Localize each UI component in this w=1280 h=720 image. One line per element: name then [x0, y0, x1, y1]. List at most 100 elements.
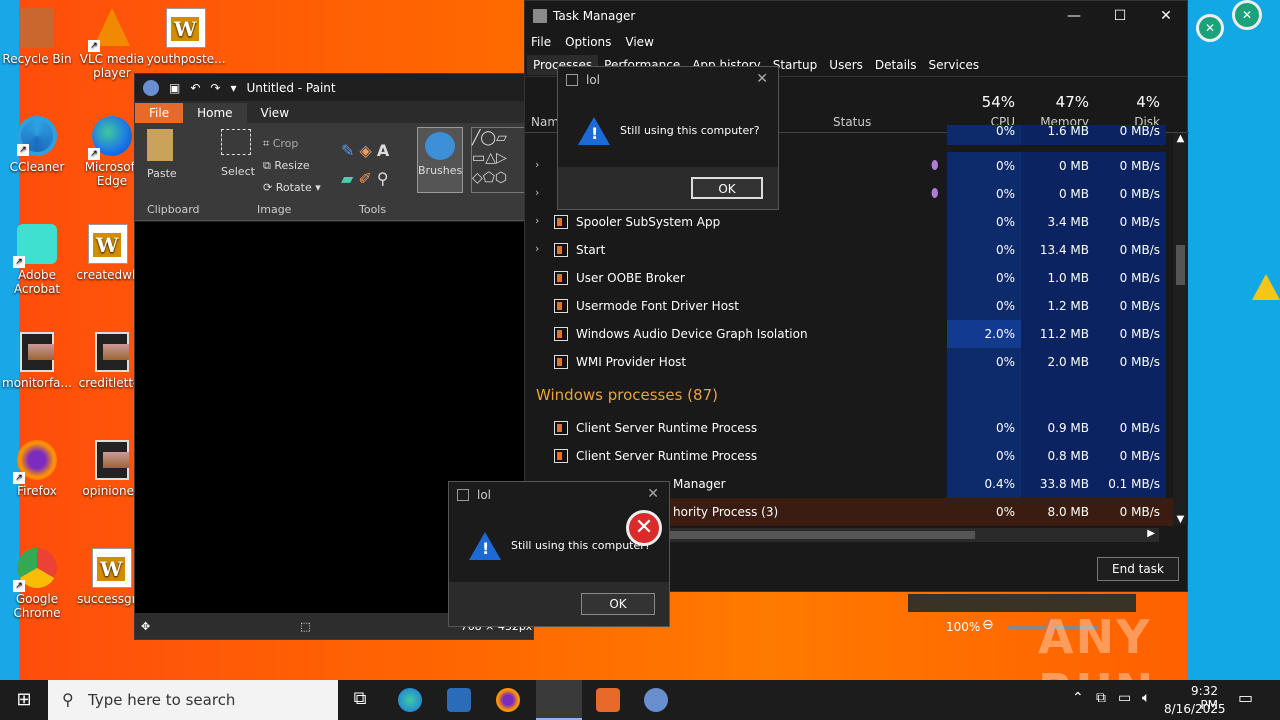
table-row[interactable]: User OOBE Broker 0% 1.0 MB 0 MB/s — [525, 264, 1173, 292]
process-icon — [554, 421, 568, 435]
tab-home[interactable]: Home — [183, 103, 247, 123]
desktop-icon-chrome[interactable]: Google Chrome — [0, 548, 77, 620]
scroll-right-icon[interactable]: ▶ — [1147, 528, 1155, 539]
redo-icon[interactable]: ↷ — [210, 81, 220, 95]
network-icon[interactable]: ⧉ — [1096, 690, 1106, 706]
resize-label: Resize — [274, 159, 310, 172]
ok-button[interactable]: OK — [691, 177, 763, 199]
ethernet-icon[interactable]: ▭ — [1118, 690, 1131, 706]
memory-cell: 3.4 MB — [1021, 208, 1095, 236]
chevron-right-icon[interactable]: › — [535, 186, 539, 199]
table-row[interactable]: Windows Audio Device Graph Isolation 2.0… — [525, 320, 1173, 348]
disk-cell: 0 MB/s — [1095, 152, 1166, 180]
notification-icon[interactable]: ▭ — [1238, 688, 1253, 707]
pencil-icon[interactable]: ✎ — [341, 141, 354, 160]
brushes-button[interactable]: Brushes — [417, 127, 463, 193]
process-name: User OOBE Broker — [576, 271, 685, 285]
close-button[interactable]: ✕ — [1143, 1, 1189, 31]
process-name: Windows Audio Device Graph Isolation — [576, 327, 808, 341]
chevron-right-icon[interactable]: › — [535, 158, 539, 171]
table-row[interactable]: › Start 0% 13.4 MB 0 MB/s — [525, 236, 1173, 264]
table-row[interactable]: Usermode Font Driver Host 0% 1.2 MB 0 MB… — [525, 292, 1173, 320]
volume-icon[interactable]: 🔈︎ — [1142, 690, 1150, 706]
alert-dialog[interactable]: lol ✕ Still using this computer? OK — [448, 481, 670, 627]
rotate-label: Rotate — [275, 181, 312, 194]
section-row[interactable]: Windows processes (87) — [525, 376, 1173, 414]
desktop-icon-acrobat[interactable]: Adobe Acrobat — [0, 224, 77, 296]
app-taskbar-icon[interactable] — [596, 688, 620, 712]
start-button[interactable]: ⊞ — [0, 680, 48, 720]
desktop-icon-vlc[interactable]: VLC media player — [72, 8, 152, 80]
qat-dropdown-icon[interactable]: ▾ — [230, 81, 236, 95]
menu-view[interactable]: View — [625, 35, 653, 49]
task-view-icon[interactable]: ⧉ — [348, 688, 372, 712]
table-row[interactable]: WMI Provider Host 0% 2.0 MB 0 MB/s — [525, 348, 1173, 376]
scroll-up-icon[interactable]: ▲ — [1173, 133, 1188, 144]
chevron-right-icon[interactable]: › — [535, 242, 539, 255]
search-placeholder: Type here to search — [88, 691, 236, 709]
paste-button[interactable]: Paste — [147, 129, 177, 180]
error-icon: ✕ — [1232, 0, 1262, 30]
close-icon[interactable]: ✕ — [756, 71, 768, 87]
table-row[interactable]: Client Server Runtime Process 0% 0.9 MB … — [525, 414, 1173, 442]
cpu-cell: 0% — [947, 125, 1021, 145]
save-icon[interactable]: ▣ — [169, 81, 180, 95]
chevron-right-icon[interactable]: › — [535, 214, 539, 227]
disk-percent: 4% — [1136, 93, 1160, 111]
firefox-taskbar-icon[interactable] — [496, 688, 520, 712]
color-picker-icon[interactable]: ✐ — [358, 169, 371, 188]
tab-file[interactable]: File — [135, 103, 184, 123]
zoom-out-icon[interactable]: ⊖ — [982, 617, 994, 633]
chevron-up-icon[interactable]: ⌃ — [1072, 690, 1084, 706]
error-icon: ✕ — [626, 510, 662, 546]
undo-icon[interactable]: ↶ — [190, 81, 200, 95]
minimize-button[interactable]: — — [1051, 1, 1097, 31]
cpu-cell: 0% — [947, 152, 1021, 180]
desktop-icon-firefox[interactable]: Firefox — [0, 440, 77, 498]
hscroll-thumb[interactable] — [669, 531, 975, 539]
alert-dialog[interactable]: lol ✕ Still using this computer? OK — [557, 66, 779, 210]
file-explorer-icon[interactable] — [447, 688, 471, 712]
crop-button[interactable]: ⌗ Crop — [263, 133, 321, 155]
close-icon[interactable]: ✕ — [647, 486, 659, 502]
scroll-thumb[interactable] — [1176, 245, 1185, 285]
dialog-footer: OK — [449, 582, 669, 626]
tab-users[interactable]: Users — [823, 55, 869, 75]
icon-label: Microsoft Edge — [84, 160, 140, 188]
horizontal-scrollbar[interactable]: ▶ — [669, 528, 1159, 542]
desktop-icon-recycle-bin[interactable]: Recycle Bin — [0, 8, 77, 66]
desktop-icon-youthposte[interactable]: youthposte... — [146, 8, 226, 66]
search-box[interactable]: ⚲ Type here to search — [48, 680, 338, 720]
cpu-cell: 0% — [947, 292, 1021, 320]
fill-icon[interactable]: ◈ — [360, 141, 372, 160]
desktop-icon-monitorfa[interactable]: monitorfa... — [0, 332, 77, 390]
tab-view[interactable]: View — [247, 103, 303, 123]
menu-file[interactable]: File — [531, 35, 551, 49]
table-row[interactable]: Client Server Runtime Process 0% 0.8 MB … — [525, 442, 1173, 470]
maximize-button[interactable]: ☐ — [1097, 1, 1143, 31]
tab-details[interactable]: Details — [869, 55, 923, 75]
table-row[interactable]: › Spooler SubSystem App 0% 3.4 MB 0 MB/s — [525, 208, 1173, 236]
magnifier-icon[interactable]: ⚲ — [377, 169, 389, 188]
paint-taskbar-icon[interactable] — [644, 688, 668, 712]
paint-title: Untitled - Paint — [246, 80, 336, 95]
select-button[interactable]: Select — [221, 129, 255, 178]
warning-icon — [578, 117, 610, 145]
menu-options[interactable]: Options — [565, 35, 611, 49]
tab-services[interactable]: Services — [923, 55, 986, 75]
desktop-icon-ccleaner[interactable]: CCleaner — [0, 116, 77, 174]
word-doc-icon — [92, 548, 132, 588]
rotate-button[interactable]: ⟳ Rotate ▾ — [263, 177, 321, 199]
clock-date[interactable]: 8/16/2025 — [1164, 702, 1226, 716]
ok-button[interactable]: OK — [581, 593, 655, 615]
resize-button[interactable]: ⧉ Resize — [263, 155, 321, 177]
text-icon[interactable]: A — [377, 141, 389, 160]
task-manager-taskbar-icon[interactable] — [536, 680, 582, 720]
edge-taskbar-icon[interactable] — [398, 688, 422, 712]
scroll-down-icon[interactable]: ▼ — [1173, 514, 1188, 525]
cpu-cell: 0% — [947, 442, 1021, 470]
section-header: Windows processes (87) — [536, 386, 718, 404]
eraser-icon[interactable]: ▰ — [341, 169, 353, 188]
vertical-scrollbar[interactable]: ▲ ▼ — [1173, 133, 1188, 525]
end-task-button[interactable]: End task — [1097, 557, 1179, 581]
